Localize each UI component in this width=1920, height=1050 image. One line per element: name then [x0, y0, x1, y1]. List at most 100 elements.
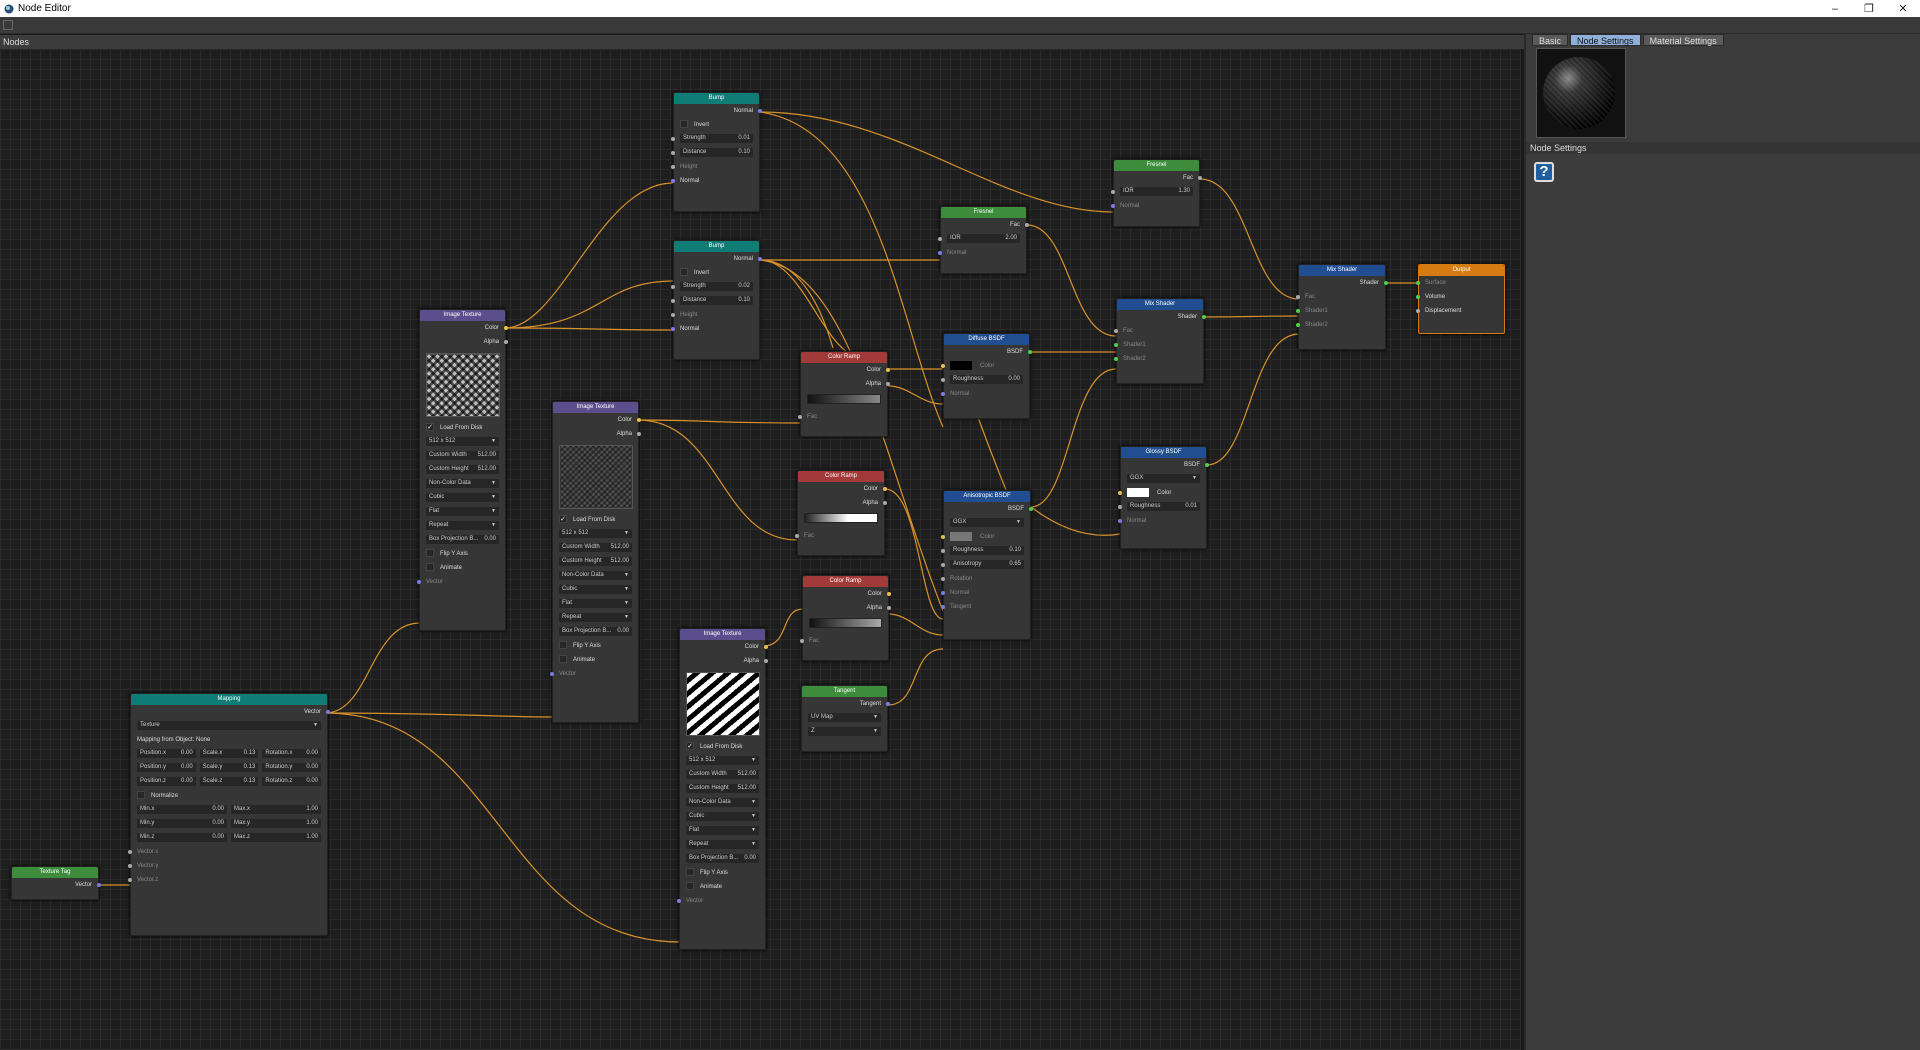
- position-z-field[interactable]: Position.z 0.00: [137, 777, 196, 786]
- output-socket[interactable]: [758, 109, 762, 113]
- distance-field[interactable]: Distance 0.10: [680, 148, 753, 157]
- input-socket[interactable]: [128, 850, 132, 854]
- output-socket[interactable]: [886, 702, 890, 706]
- texture-tag-node[interactable]: Texture Tag Vector: [11, 866, 101, 900]
- input-socket[interactable]: [417, 580, 421, 584]
- input-socket[interactable]: [941, 535, 945, 539]
- tab-basic[interactable]: Basic: [1532, 34, 1569, 46]
- color-swatch[interactable]: [950, 360, 972, 370]
- interpolation-dropdown[interactable]: Cubic ▼: [426, 493, 499, 502]
- input-socket[interactable]: [1114, 357, 1118, 361]
- input-socket[interactable]: [671, 285, 675, 289]
- distribution-dropdown[interactable]: GGX ▼: [950, 518, 1024, 527]
- output-socket[interactable]: [1198, 176, 1202, 180]
- input-socket[interactable]: [938, 237, 942, 241]
- tab-node-settings[interactable]: Node Settings: [1570, 34, 1641, 46]
- projection-dropdown[interactable]: Flat ▼: [426, 507, 499, 516]
- output-socket[interactable]: [883, 501, 887, 505]
- tab-material-settings[interactable]: Material Settings: [1642, 34, 1724, 46]
- output-socket[interactable]: [1205, 463, 1209, 467]
- max-z-field[interactable]: Max.z 1.00: [231, 833, 321, 842]
- input-socket[interactable]: [1114, 329, 1118, 333]
- custom-height-field[interactable]: Custom Height 512.00: [559, 557, 632, 566]
- load-from-disk-checkbox[interactable]: ✓: [426, 423, 434, 432]
- mix-shader-node-2[interactable]: Mix Shader Shader Fac Shader1 Shader2: [1114, 298, 1206, 384]
- ior-field[interactable]: IOR 1.30: [1120, 187, 1193, 196]
- input-socket[interactable]: [1111, 190, 1115, 194]
- box-projection-field[interactable]: Box Projection B... 0.00: [426, 535, 499, 544]
- input-socket[interactable]: [941, 591, 945, 595]
- output-socket[interactable]: [886, 382, 890, 386]
- input-socket[interactable]: [1416, 281, 1420, 285]
- input-socket[interactable]: [550, 672, 554, 676]
- load-from-disk-checkbox[interactable]: ✓: [686, 742, 694, 751]
- input-socket[interactable]: [941, 563, 945, 567]
- projection-dropdown[interactable]: Flat ▼: [559, 599, 632, 608]
- input-socket[interactable]: [128, 878, 132, 882]
- size-dropdown[interactable]: 512 x 512 ▼: [426, 437, 499, 446]
- input-socket[interactable]: [800, 639, 804, 643]
- scale-z-field[interactable]: Scale.z 0.13: [199, 777, 259, 786]
- ior-field[interactable]: IOR 2.00: [947, 234, 1020, 243]
- output-socket[interactable]: [887, 606, 891, 610]
- color-data-dropdown[interactable]: Non-Color Data ▼: [559, 571, 632, 580]
- input-socket[interactable]: [671, 179, 675, 183]
- mapping-type-dropdown[interactable]: Texture ▼: [137, 721, 321, 730]
- output-socket[interactable]: [326, 710, 330, 714]
- tangent-mode-dropdown[interactable]: UV Map ▼: [808, 713, 881, 722]
- output-node[interactable]: Output Surface Volume Displacement: [1416, 264, 1505, 334]
- tangent-node[interactable]: Tangent Tangent UV Map ▼ Z ▼: [801, 685, 890, 752]
- output-socket[interactable]: [887, 592, 891, 596]
- mix-shader-node-1[interactable]: Mix Shader Shader Fac Shader1 Shader2: [1296, 264, 1388, 350]
- color-ramp-gradient[interactable]: [804, 513, 878, 523]
- color-swatch[interactable]: [950, 531, 972, 541]
- input-socket[interactable]: [1296, 323, 1300, 327]
- rotation-x-field[interactable]: Rotation.x 0.00: [262, 749, 322, 758]
- position-y-field[interactable]: Position.y 0.00: [137, 763, 196, 772]
- box-projection-field[interactable]: Box Projection B... 0.00: [686, 854, 759, 863]
- input-socket[interactable]: [671, 137, 675, 141]
- input-socket[interactable]: [1416, 309, 1420, 313]
- flip-y-checkbox[interactable]: [559, 641, 567, 650]
- output-socket[interactable]: [637, 418, 641, 422]
- min-x-field[interactable]: Min.x 0.00: [137, 805, 227, 814]
- custom-width-field[interactable]: Custom Width 512.00: [686, 770, 759, 779]
- output-socket[interactable]: [886, 368, 890, 372]
- output-socket[interactable]: [504, 340, 508, 344]
- input-socket[interactable]: [128, 864, 132, 868]
- diffuse-bsdf-node[interactable]: Diffuse BSDF BSDF Color Roughness 0.00 No…: [941, 333, 1032, 419]
- max-y-field[interactable]: Max.y 1.00: [231, 819, 321, 828]
- color-ramp-node-2[interactable]: Color Ramp Color Alpha Fac: [795, 470, 887, 556]
- strength-field[interactable]: Strength 0.01: [680, 134, 753, 143]
- color-ramp-node-3[interactable]: Color Ramp Color Alpha Fac: [800, 575, 891, 661]
- tangent-axis-dropdown[interactable]: Z ▼: [808, 727, 881, 736]
- roughness-field[interactable]: Roughness 0.00: [950, 375, 1023, 384]
- output-socket[interactable]: [764, 645, 768, 649]
- distance-field[interactable]: Distance 0.10: [680, 296, 753, 305]
- custom-height-field[interactable]: Custom Height 512.00: [686, 784, 759, 793]
- min-z-field[interactable]: Min.z 0.00: [137, 833, 227, 842]
- color-data-dropdown[interactable]: Non-Color Data ▼: [426, 479, 499, 488]
- load-from-disk-checkbox[interactable]: ✓: [559, 515, 567, 524]
- toolbar-menu-icon[interactable]: [3, 20, 13, 30]
- input-socket[interactable]: [1296, 295, 1300, 299]
- input-socket[interactable]: [941, 577, 945, 581]
- size-dropdown[interactable]: 512 x 512 ▼: [559, 529, 632, 538]
- color-ramp-node-1[interactable]: Color Ramp Color Alpha Fac: [798, 351, 890, 437]
- input-socket[interactable]: [798, 415, 802, 419]
- node-canvas[interactable]: Bump Normal Invert Strength 0.01 Distance…: [0, 49, 1521, 1050]
- roughness-field[interactable]: Roughness 0.01: [1127, 502, 1200, 511]
- rotation-y-field[interactable]: Rotation.y 0.00: [262, 763, 322, 772]
- scale-y-field[interactable]: Scale.y 0.13: [199, 763, 259, 772]
- input-socket[interactable]: [671, 313, 675, 317]
- invert-checkbox[interactable]: [680, 120, 688, 129]
- minimize-button[interactable]: –: [1818, 3, 1852, 15]
- max-x-field[interactable]: Max.x 1.00: [231, 805, 321, 814]
- animate-checkbox[interactable]: [686, 882, 694, 891]
- normalize-checkbox[interactable]: [137, 791, 145, 800]
- invert-checkbox[interactable]: [680, 268, 688, 277]
- roughness-field[interactable]: Roughness 0.10: [950, 546, 1024, 555]
- input-socket[interactable]: [941, 605, 945, 609]
- anisotropy-field[interactable]: Anisotropy 0.65: [950, 560, 1024, 569]
- fresnel-node-2[interactable]: Fresnel Fac IOR 2.00 Normal: [938, 206, 1029, 274]
